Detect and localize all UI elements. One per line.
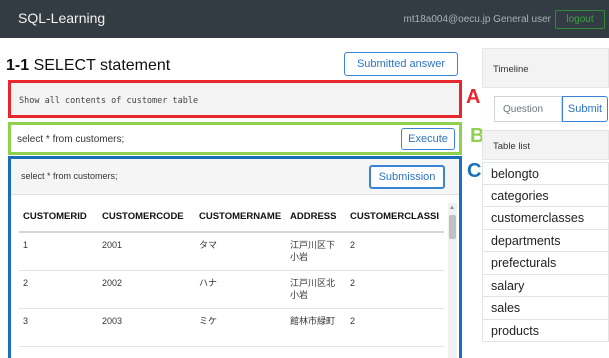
result-table-container[interactable]: CUSTOMERID CUSTOMERCODE CUSTOMERNAME ADD… [19, 203, 451, 358]
table-cell: ミケ [195, 308, 286, 347]
problem-title: SELECT statement [33, 57, 171, 74]
submission-button[interactable]: Submission [369, 165, 445, 189]
user-info: mt18a004@oecu.jp General user [403, 14, 551, 25]
logout-button[interactable]: logout [555, 10, 605, 29]
table-cell: 2 [19, 270, 98, 309]
question-text: Show all contents of customer table [19, 96, 199, 106]
table-cell: 2001 [98, 232, 195, 271]
table-list-item-products[interactable]: products [482, 319, 609, 342]
table-cell: 2 [346, 308, 444, 347]
problem-number: 1-1 [6, 57, 30, 74]
table-list-header: Table list [482, 130, 609, 160]
table-cell: ハナ [195, 270, 286, 309]
result-table: CUSTOMERID CUSTOMERCODE CUSTOMERNAME ADD… [19, 203, 444, 347]
question-input[interactable]: Question [494, 96, 562, 122]
annotation-label-a: A [466, 86, 481, 108]
question-box: Show all contents of customer table [8, 80, 462, 118]
table-row: 1 2001 タマ 江戸川区下小岩 2 [19, 232, 444, 271]
table-list-item-belongto[interactable]: belongto [482, 162, 609, 185]
column-header: CUSTOMERNAME [195, 203, 286, 233]
table-row: 2 2002 ハナ 江戸川区北小岩 2 [19, 270, 444, 309]
question-submit-button[interactable]: Submit [562, 96, 608, 122]
table-header-row: CUSTOMERID CUSTOMERCODE CUSTOMERNAME ADD… [19, 203, 444, 233]
annotation-label-c: C [467, 160, 482, 182]
table-list: belongto categories customerclasses depa… [482, 162, 609, 342]
navbar: SQL-Learning mt18a004@oecu.jp General us… [0, 0, 609, 38]
sql-editor-box: select * from customers; Execute [8, 122, 462, 155]
table-row: 3 2003 ミケ 館林市緑町 2 [19, 308, 444, 347]
table-list-item-prefecturals[interactable]: prefecturals [482, 252, 609, 275]
timeline-label: Timeline [493, 64, 529, 75]
table-list-item-departments[interactable]: departments [482, 229, 609, 252]
submitted-answer-button[interactable]: Submitted answer [344, 52, 458, 76]
table-list-item-salary[interactable]: salary [482, 274, 609, 297]
table-cell: 2003 [98, 308, 195, 347]
page-title: 1-1 SELECT statement [6, 57, 170, 75]
scroll-up-icon[interactable]: ▲ [449, 205, 455, 211]
table-cell: 館林市緑町 [286, 308, 346, 347]
table-cell: 江戸川区下小岩 [286, 232, 346, 271]
result-query: select * from customers; [21, 171, 118, 181]
table-scrollbar[interactable]: ▲ [448, 203, 457, 358]
column-header: CUSTOMERCODE [98, 203, 195, 233]
sql-input[interactable]: select * from customers; [17, 134, 124, 145]
result-box: select * from customers; Submission CUST… [8, 156, 462, 358]
table-cell: 2 [346, 270, 444, 309]
table-list-item-sales[interactable]: sales [482, 297, 609, 320]
result-header: select * from customers; Submission [11, 159, 459, 195]
table-cell: タマ [195, 232, 286, 271]
brand-logo[interactable]: SQL-Learning [18, 10, 105, 26]
table-list-label: Table list [493, 141, 530, 152]
table-cell: 2 [346, 232, 444, 271]
table-cell: 1 [19, 232, 98, 271]
scroll-thumb[interactable] [449, 215, 456, 239]
timeline-panel[interactable]: Timeline [482, 48, 609, 88]
column-header: CUSTOMERID [19, 203, 98, 233]
table-list-item-categories[interactable]: categories [482, 184, 609, 207]
table-cell: 2002 [98, 270, 195, 309]
execute-button[interactable]: Execute [401, 128, 455, 150]
table-cell: 3 [19, 308, 98, 347]
sidebar: Timeline Question Submit Table list belo… [482, 48, 609, 358]
table-cell: 江戸川区北小岩 [286, 270, 346, 309]
table-list-item-customerclasses[interactable]: customerclasses [482, 207, 609, 230]
column-header: CUSTOMERCLASSI [346, 203, 444, 233]
column-header: ADDRESS [286, 203, 346, 233]
